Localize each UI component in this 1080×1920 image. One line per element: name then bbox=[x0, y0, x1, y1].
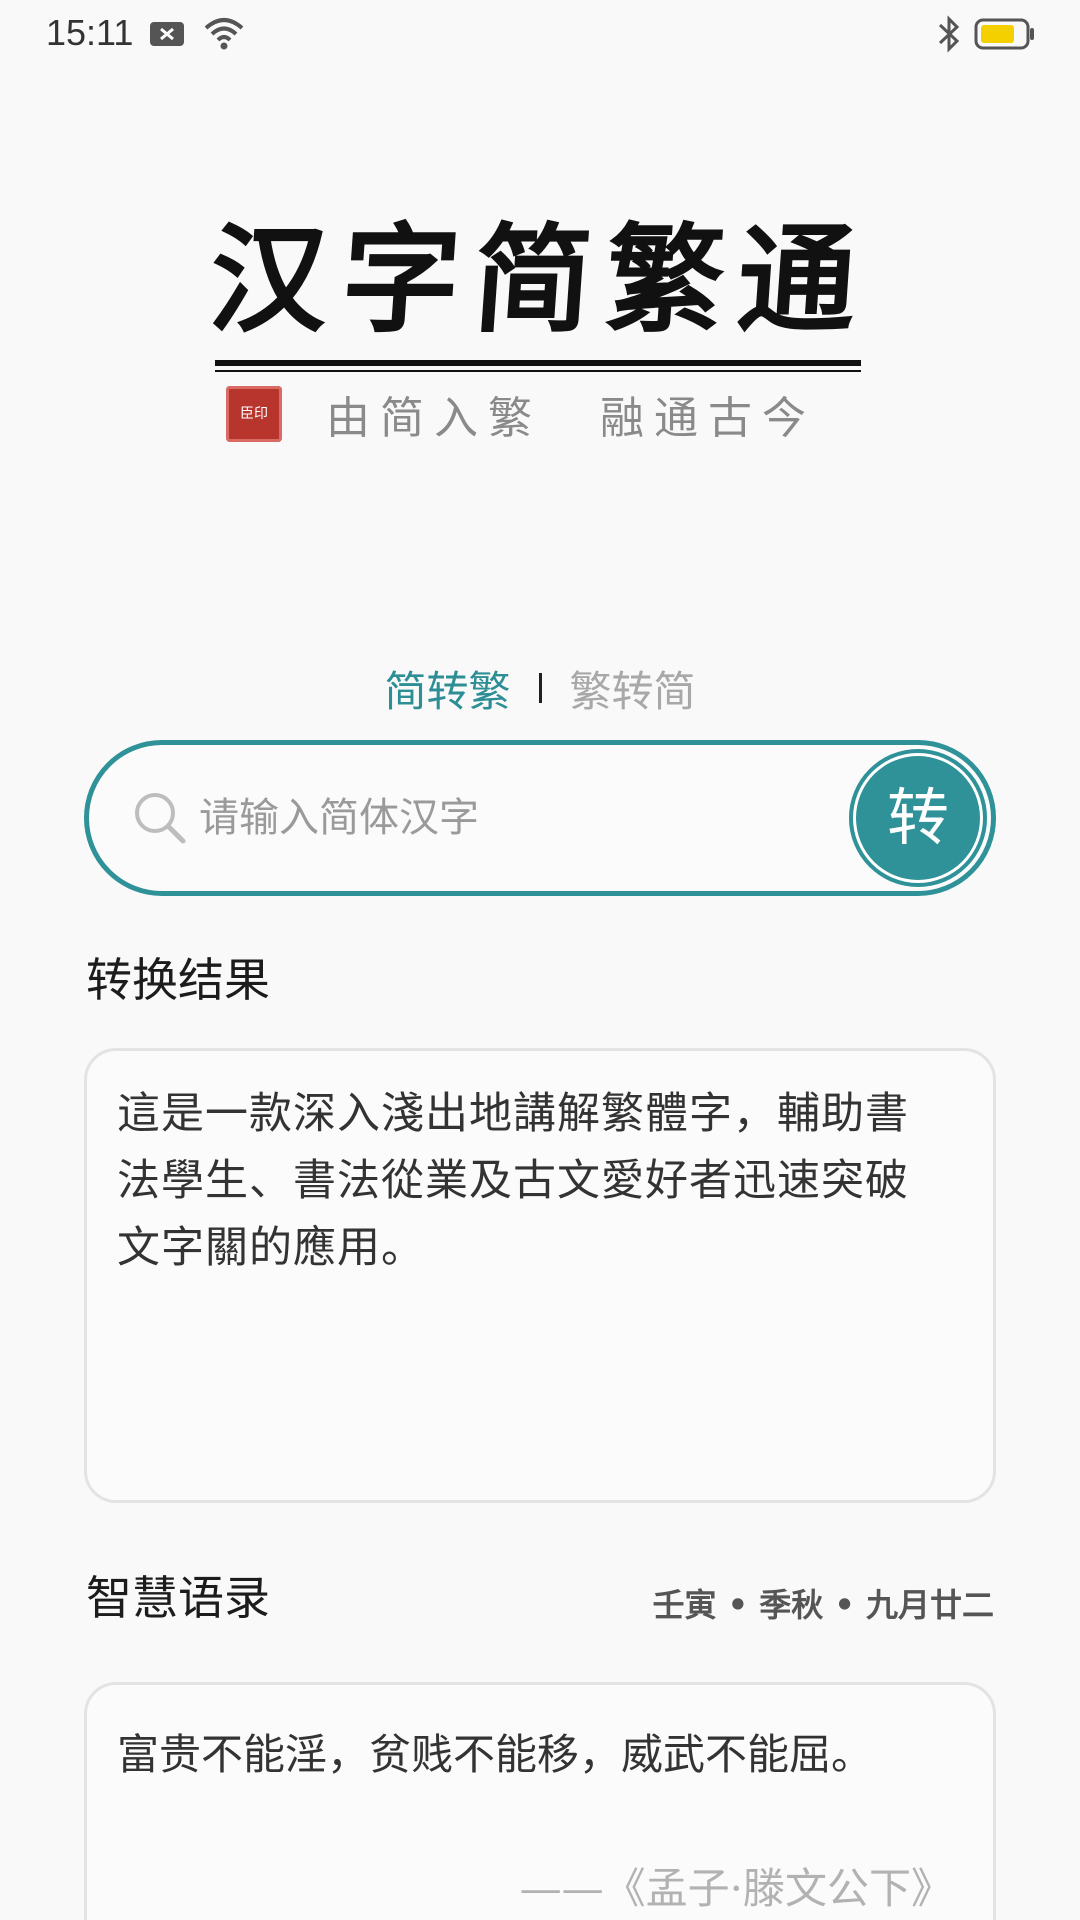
slogan-2: 融通古今 bbox=[600, 393, 816, 444]
quote-source: ——《孟子·滕文公下》 bbox=[519, 1864, 953, 1913]
slogan-1: 由简入繁 bbox=[326, 393, 542, 444]
battery-icon bbox=[974, 16, 1036, 56]
mode-toggle: 简转繁 繁转简 bbox=[0, 658, 1080, 718]
logo-rule bbox=[215, 360, 861, 372]
notification-x-icon bbox=[148, 18, 188, 54]
tab-simplified-to-traditional[interactable]: 简转繁 bbox=[384, 658, 510, 719]
status-bar: 15:11 bbox=[0, 0, 1080, 70]
logo-title: 汉字简繁通 bbox=[205, 210, 875, 349]
seal-stamp: 臣印 bbox=[226, 386, 282, 442]
quotes-title: 智慧语录 bbox=[86, 1571, 270, 1625]
tab-traditional-to-simplified[interactable]: 繁转简 bbox=[570, 658, 696, 719]
app-logo: 汉字简繁通 bbox=[0, 210, 1080, 372]
search-box: 转 bbox=[84, 740, 996, 896]
search-icon bbox=[131, 789, 191, 853]
bluetooth-icon bbox=[936, 14, 962, 58]
lunar-date: 壬寅 • 季秋 • 九月廿二 bbox=[652, 1586, 994, 1624]
convert-button[interactable]: 转 bbox=[849, 749, 987, 887]
search-input[interactable] bbox=[199, 783, 819, 853]
quote-text: 富贵不能淫，贫贱不能移，威武不能屈。 bbox=[117, 1730, 874, 1779]
status-time: 15:11 bbox=[46, 12, 134, 53]
result-title: 转换结果 bbox=[86, 953, 270, 1007]
result-card[interactable]: 這是一款深入淺出地講解繁體字，輔助書法學生、書法從業及古文愛好者迅速突破文字關的… bbox=[84, 1048, 996, 1503]
mode-divider bbox=[538, 673, 542, 703]
result-text: 這是一款深入淺出地講解繁體字，輔助書法學生、書法從業及古文愛好者迅速突破文字關的… bbox=[117, 1089, 909, 1273]
wifi-icon bbox=[202, 16, 246, 56]
slogan-row: 臣印 由简入繁 融通古今 bbox=[226, 384, 816, 444]
quote-card: 富贵不能淫，贫贱不能移，威武不能屈。 ——《孟子·滕文公下》 bbox=[84, 1682, 996, 1920]
